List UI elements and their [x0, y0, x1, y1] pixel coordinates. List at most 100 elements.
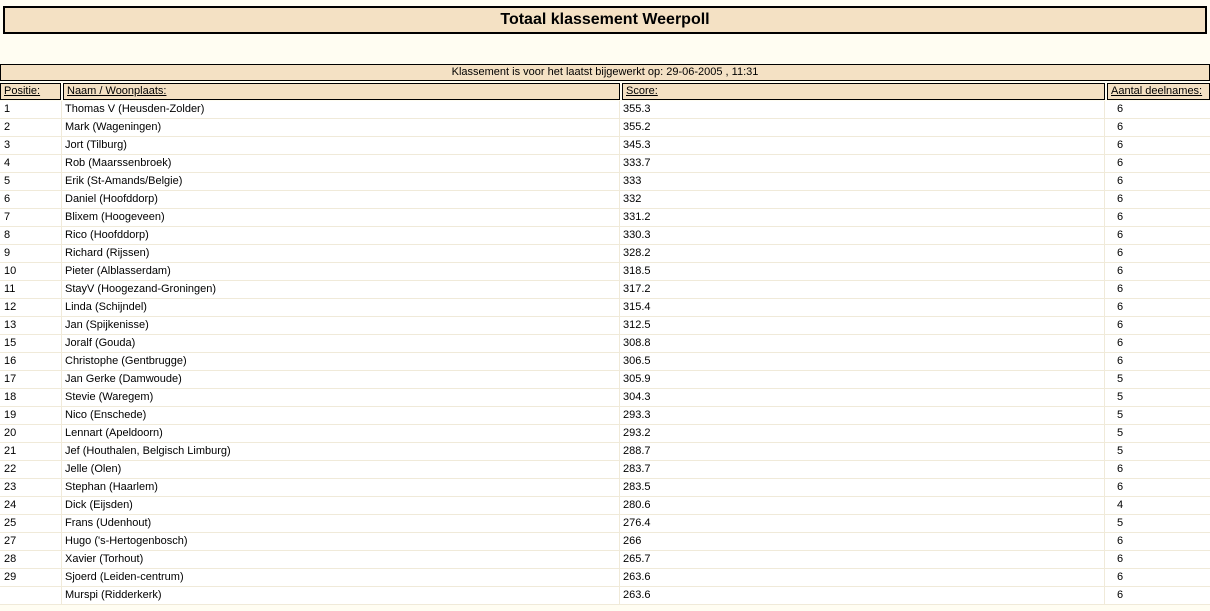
table-row: 18 Stevie (Waregem) 304.3 5 [0, 389, 1210, 407]
cell-positie: 7 [0, 209, 62, 226]
cell-naam: Linda (Schijndel) [62, 299, 620, 316]
cell-positie: 16 [0, 353, 62, 370]
table-row: 10 Pieter (Alblasserdam) 318.5 6 [0, 263, 1210, 281]
cell-deelnames: 5 [1117, 391, 1124, 403]
cell-naam: Jan Gerke (Damwoude) [62, 371, 620, 388]
cell-naam: Christophe (Gentbrugge) [62, 353, 620, 370]
cell-score: 355.3 [620, 101, 1105, 118]
cell-score: 265.7 [620, 551, 1105, 568]
table-row: 19 Nico (Enschede) 293.3 5 [0, 407, 1210, 425]
table-row: 9 Richard (Rijssen) 328.2 6 [0, 245, 1210, 263]
cell-deelnames: 6 [1117, 337, 1124, 349]
cell-naam: Jort (Tilburg) [62, 137, 620, 154]
table-row: 12 Linda (Schijndel) 315.4 6 [0, 299, 1210, 317]
cell-positie: 22 [0, 461, 62, 478]
cell-positie: 11 [0, 281, 62, 298]
table-row: 21 Jef (Houthalen, Belgisch Limburg) 288.7… [0, 443, 1210, 461]
cell-positie: 15 [0, 335, 62, 352]
cell-positie [0, 587, 62, 604]
cell-naam: Joralf (Gouda) [62, 335, 620, 352]
cell-positie: 2 [0, 119, 62, 136]
cell-deelnames: 6 [1117, 535, 1124, 547]
table-row: 22 Jelle (Olen) 283.7 6 [0, 461, 1210, 479]
table-row: 7 Blixem (Hoogeveen) 331.2 6 [0, 209, 1210, 227]
cell-deelnames: 6 [1117, 265, 1124, 277]
cell-score: 328.2 [620, 245, 1105, 262]
cell-deelnames: 6 [1117, 463, 1124, 475]
cell-score: 263.6 [620, 587, 1105, 604]
table-row: 1 Thomas V (Heusden-Zolder) 355.3 6 [0, 101, 1210, 119]
cell-naam: Richard (Rijssen) [62, 245, 620, 262]
cell-score: 330.3 [620, 227, 1105, 244]
cell-score: 332 [620, 191, 1105, 208]
table-row: 3 Jort (Tilburg) 345.3 6 [0, 137, 1210, 155]
cell-deelnames: 6 [1117, 211, 1124, 223]
cell-deelnames: 6 [1117, 355, 1124, 367]
cell-score: 317.2 [620, 281, 1105, 298]
cell-score: 280.6 [620, 497, 1105, 514]
cell-naam: Erik (St-Amands/Belgie) [62, 173, 620, 190]
cell-naam: Mark (Wageningen) [62, 119, 620, 136]
column-header-aantal-deelnames[interactable]: Aantal deelnames: [1107, 83, 1210, 100]
cell-score: 355.2 [620, 119, 1105, 136]
cell-naam: Stevie (Waregem) [62, 389, 620, 406]
cell-score: 304.3 [620, 389, 1105, 406]
table-row: 20 Lennart (Apeldoorn) 293.2 5 [0, 425, 1210, 443]
cell-naam: Sjoerd (Leiden-centrum) [62, 569, 620, 586]
cell-positie: 19 [0, 407, 62, 424]
cell-naam: Nico (Enschede) [62, 407, 620, 424]
table-header-row: Positie: Naam / Woonplaats: Score: Aanta… [0, 83, 1210, 100]
cell-naam: Jef (Houthalen, Belgisch Limburg) [62, 443, 620, 460]
table-body: 1 Thomas V (Heusden-Zolder) 355.3 6 2 Mark (W… [0, 101, 1210, 605]
cell-score: 308.8 [620, 335, 1105, 352]
cell-positie: 13 [0, 317, 62, 334]
table-row: Murspi (Ridderkerk) 263.6 6 [0, 587, 1210, 605]
cell-deelnames: 6 [1117, 283, 1124, 295]
table-row: 11 StayV (Hoogezand-Groningen) 317.2 6 [0, 281, 1210, 299]
column-header-score[interactable]: Score: [622, 83, 1105, 100]
cell-positie: 21 [0, 443, 62, 460]
cell-naam: Daniel (Hoofddorp) [62, 191, 620, 208]
cell-deelnames: 5 [1117, 517, 1124, 529]
cell-deelnames: 6 [1117, 229, 1124, 241]
table-row: 2 Mark (Wageningen) 355.2 6 [0, 119, 1210, 137]
cell-deelnames: 6 [1117, 247, 1124, 259]
cell-naam: Jan (Spijkenisse) [62, 317, 620, 334]
cell-score: 306.5 [620, 353, 1105, 370]
cell-naam: Frans (Udenhout) [62, 515, 620, 532]
cell-score: 288.7 [620, 443, 1105, 460]
cell-naam: Xavier (Torhout) [62, 551, 620, 568]
cell-positie: 6 [0, 191, 62, 208]
cell-score: 345.3 [620, 137, 1105, 154]
cell-deelnames: 6 [1117, 103, 1124, 115]
cell-deelnames: 6 [1117, 571, 1124, 583]
cell-score: 283.5 [620, 479, 1105, 496]
cell-positie: 29 [0, 569, 62, 586]
cell-score: 333.7 [620, 155, 1105, 172]
cell-naam: Stephan (Haarlem) [62, 479, 620, 496]
last-updated-notice: Klassement is voor het laatst bijgewerkt… [0, 64, 1210, 81]
cell-score: 283.7 [620, 461, 1105, 478]
cell-naam: Lennart (Apeldoorn) [62, 425, 620, 442]
cell-naam: Pieter (Alblasserdam) [62, 263, 620, 280]
cell-deelnames: 4 [1117, 499, 1124, 511]
cell-score: 305.9 [620, 371, 1105, 388]
cell-naam: Blixem (Hoogeveen) [62, 209, 620, 226]
cell-naam: Jelle (Olen) [62, 461, 620, 478]
cell-positie: 3 [0, 137, 62, 154]
cell-deelnames: 5 [1117, 445, 1124, 457]
cell-naam: Murspi (Ridderkerk) [62, 587, 620, 604]
cell-naam: Dick (Eijsden) [62, 497, 620, 514]
cell-naam: Thomas V (Heusden-Zolder) [62, 101, 620, 118]
column-header-positie[interactable]: Positie: [0, 83, 61, 100]
table-row: 13 Jan (Spijkenisse) 312.5 6 [0, 317, 1210, 335]
table-row: 15 Joralf (Gouda) 308.8 6 [0, 335, 1210, 353]
table-row: 17 Jan Gerke (Damwoude) 305.9 5 [0, 371, 1210, 389]
column-header-naam-woonplaats[interactable]: Naam / Woonplaats: [63, 83, 620, 100]
cell-deelnames: 6 [1117, 481, 1124, 493]
cell-positie: 18 [0, 389, 62, 406]
table-row: 8 Rico (Hoofddorp) 330.3 6 [0, 227, 1210, 245]
table-row: 29 Sjoerd (Leiden-centrum) 263.6 6 [0, 569, 1210, 587]
table-row: 5 Erik (St-Amands/Belgie) 333 6 [0, 173, 1210, 191]
table-row: 27 Hugo ('s-Hertogenbosch) 266 6 [0, 533, 1210, 551]
